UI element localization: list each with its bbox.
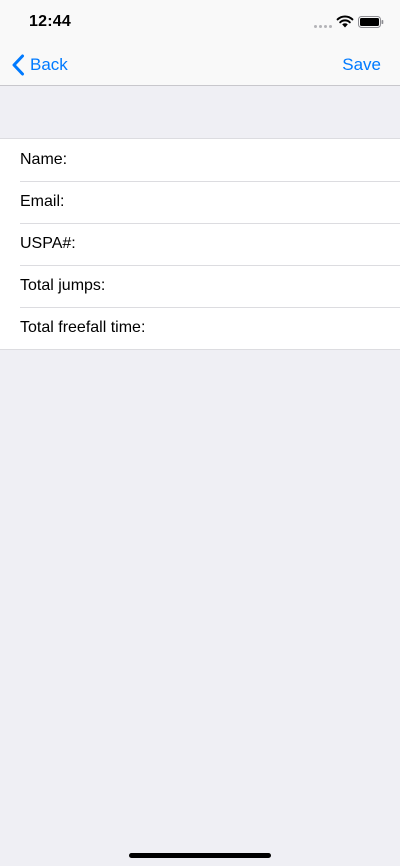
save-button[interactable]: Save — [342, 55, 381, 75]
total-freefall-time-field[interactable]: Total freefall time: — [0, 307, 400, 349]
email-field[interactable]: Email: — [0, 181, 400, 223]
battery-icon — [358, 16, 384, 28]
home-indicator[interactable] — [129, 853, 271, 858]
signal-icon — [314, 25, 332, 28]
uspa-label: USPA#: — [20, 235, 76, 252]
total-jumps-field[interactable]: Total jumps: — [0, 265, 400, 307]
total-freefall-time-label: Total freefall time: — [20, 319, 146, 336]
navigation-bar: Back Save — [0, 44, 400, 85]
wifi-icon — [336, 15, 354, 28]
back-button[interactable]: Back — [11, 52, 68, 78]
uspa-field[interactable]: USPA#: — [0, 223, 400, 265]
status-time: 12:44 — [29, 13, 71, 30]
profile-form: Name: Email: USPA#: Total jumps: Total f… — [0, 138, 400, 350]
chevron-left-icon — [12, 54, 24, 76]
back-label: Back — [30, 55, 68, 74]
name-label: Name: — [20, 151, 68, 168]
total-jumps-label: Total jumps: — [20, 277, 106, 294]
email-label: Email: — [20, 193, 65, 210]
name-field[interactable]: Name: — [0, 139, 400, 181]
status-bar: 12:44 — [0, 0, 400, 44]
top-bar: 12:44 Back Save — [0, 0, 400, 86]
